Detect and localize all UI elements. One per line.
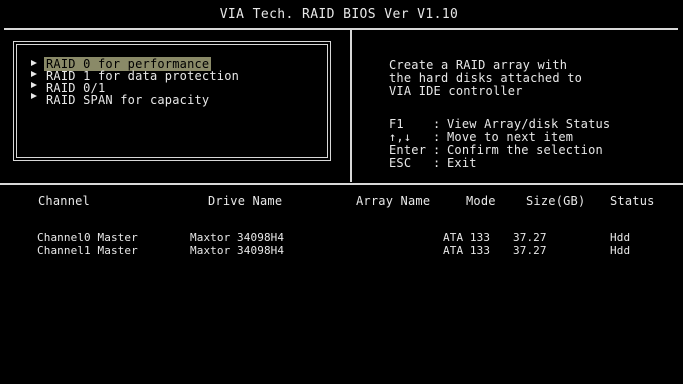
key-help-row: Enter: Confirm the selection [389,144,603,157]
table-cell-mode: ATA 133 [443,244,491,257]
bios-title: VIA Tech. RAID BIOS Ver V1.10 [219,7,459,22]
table-cell-drive: Maxtor 34098H4 [190,244,285,257]
header-status: Status [610,194,655,208]
arrow-right-icon [31,71,37,77]
arrow-right-icon [31,93,37,99]
vertical-divider [350,30,352,182]
key-description: Move to next item [447,130,574,144]
table-cell-channel: Channel1 Master [37,244,138,257]
arrow-right-icon [31,82,37,88]
table-cell-drive: Maxtor 34098H4 [190,231,285,244]
header-array-name: Array Name [356,194,431,208]
menu-item-raid-span[interactable]: RAID SPAN for capacity [46,93,209,107]
header-channel: Channel [38,194,90,208]
key-help-row: ESC: Exit [389,157,477,170]
header-mode: Mode [466,194,496,208]
help-line: VIA IDE controller [389,84,523,98]
table-cell-status: Hdd [610,244,631,257]
title-divider [4,28,678,30]
bios-screen: VIA Tech. RAID BIOS Ver V1.10 RAID 0 for… [0,0,683,384]
arrow-right-icon [31,60,37,66]
header-drive-name: Drive Name [208,194,283,208]
key-separator: : [433,156,441,170]
table-cell-size: 37.27 [513,231,547,244]
key-name: ESC [389,156,412,170]
table-cell-channel: Channel0 Master [37,231,138,244]
key-description: Confirm the selection [447,143,603,157]
key-description: View Array/disk Status [447,117,611,131]
table-cell-size: 37.27 [513,244,547,257]
section-divider [0,183,683,185]
table-cell-status: Hdd [610,231,631,244]
key-description: Exit [447,156,477,170]
header-size: Size(GB) [526,194,586,208]
table-cell-mode: ATA 133 [443,231,491,244]
